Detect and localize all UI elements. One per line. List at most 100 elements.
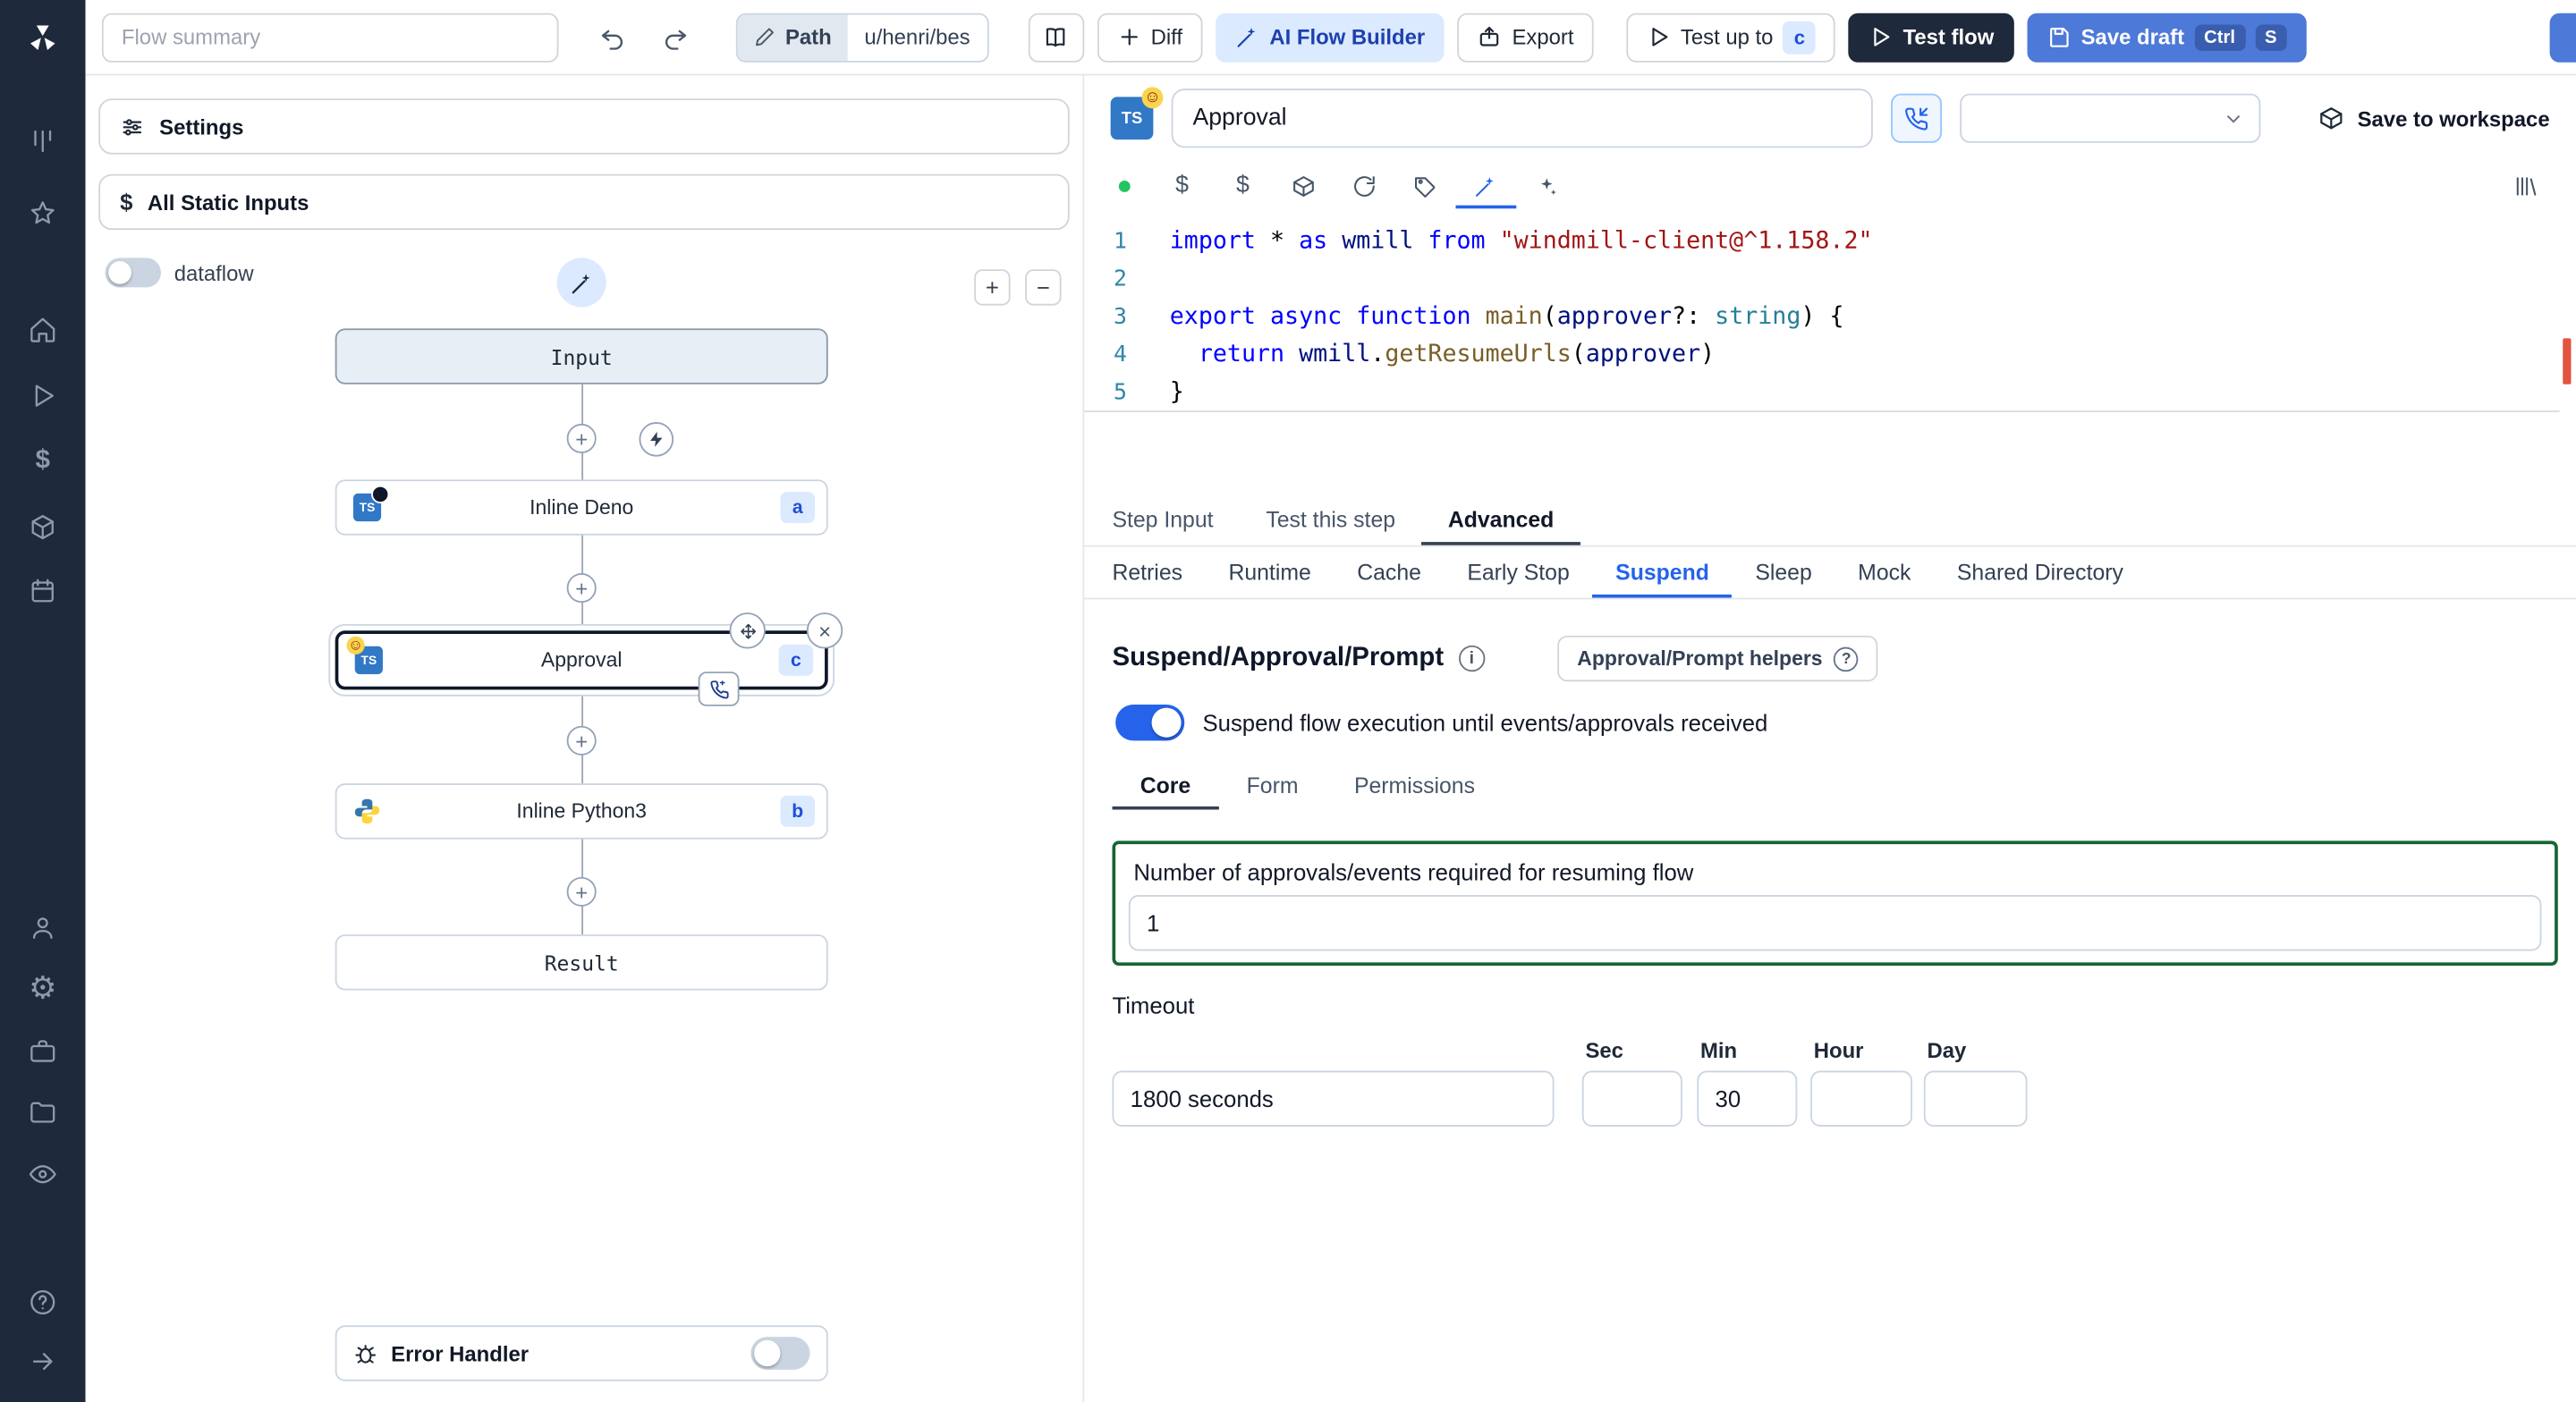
insert-step-button[interactable]: + bbox=[566, 876, 597, 907]
help-icon[interactable] bbox=[18, 1278, 67, 1327]
variable-picker-button[interactable]: $ bbox=[1152, 163, 1213, 208]
test-up-to-button[interactable]: Test up to c bbox=[1626, 12, 1836, 62]
tab-mock[interactable]: Mock bbox=[1835, 547, 1934, 598]
package-icon bbox=[2320, 107, 2343, 130]
approvals-count-input[interactable] bbox=[1128, 895, 2542, 951]
step-title-input[interactable] bbox=[1171, 89, 1873, 148]
tab-cache[interactable]: Cache bbox=[1335, 547, 1445, 598]
expand-arrow-icon[interactable] bbox=[18, 1337, 67, 1386]
star-icon[interactable] bbox=[18, 189, 67, 238]
save-draft-button[interactable]: Save draft Ctrl S bbox=[2027, 12, 2307, 62]
script-version-select[interactable] bbox=[1960, 93, 2261, 143]
tab-advanced[interactable]: Advanced bbox=[1421, 493, 1580, 545]
code-line[interactable]: 3 export async function main(approver?: s… bbox=[1084, 297, 2576, 334]
approval-prompt-helpers-button[interactable]: Approval/Prompt helpers ? bbox=[1557, 635, 1879, 682]
tab-core[interactable]: Core bbox=[1112, 762, 1218, 809]
min-input[interactable] bbox=[1697, 1070, 1798, 1127]
play-icon bbox=[1652, 28, 1668, 46]
dataflow-toggle[interactable] bbox=[105, 258, 161, 288]
tab-form[interactable]: Form bbox=[1218, 762, 1326, 809]
ai-wand-button[interactable] bbox=[556, 258, 606, 308]
resource-picker-button[interactable]: $ bbox=[1213, 163, 1274, 208]
delete-step-button[interactable]: × bbox=[806, 612, 843, 649]
flow-summary-input[interactable] bbox=[101, 12, 559, 62]
pencil-icon bbox=[756, 28, 774, 46]
folders-icon[interactable] bbox=[18, 1087, 67, 1136]
day-input[interactable] bbox=[1923, 1070, 2028, 1127]
test-flow-button[interactable]: Test flow bbox=[1848, 12, 2014, 62]
tab-runtime[interactable]: Runtime bbox=[1206, 547, 1335, 598]
tab-permissions[interactable]: Permissions bbox=[1326, 762, 1504, 809]
settings-gear-icon[interactable]: ⚙ bbox=[18, 964, 67, 1013]
zoom-out-button[interactable]: − bbox=[1025, 269, 1062, 306]
redo-button[interactable] bbox=[650, 13, 699, 62]
flow-node-result[interactable]: Result bbox=[335, 934, 828, 991]
undo-button[interactable] bbox=[589, 13, 638, 62]
approvals-required-label: Number of approvals/events required for … bbox=[1133, 858, 1694, 885]
ai-flow-builder-button[interactable]: AI Flow Builder bbox=[1215, 12, 1445, 62]
user-icon[interactable] bbox=[18, 903, 67, 952]
path-selector[interactable]: Path u/henri/bes bbox=[735, 12, 988, 62]
flow-node-inline-deno[interactable]: TS Inline Deno a bbox=[335, 479, 828, 536]
save-icon bbox=[2049, 28, 2069, 47]
timeout-seconds-input[interactable] bbox=[1112, 1070, 1555, 1127]
suspend-toggle[interactable] bbox=[1115, 704, 1185, 741]
tab-step-input[interactable]: Step Input bbox=[1086, 493, 1240, 545]
error-handler[interactable]: Error Handler bbox=[335, 1325, 828, 1381]
hour-input[interactable] bbox=[1810, 1070, 1912, 1127]
flow-node-approval-selected[interactable]: TS ☺ Approval c × bbox=[335, 612, 843, 706]
day-label: Day bbox=[1927, 1037, 1967, 1063]
library-button[interactable] bbox=[2496, 163, 2556, 208]
tab-suspend[interactable]: Suspend bbox=[1592, 547, 1732, 598]
workers-briefcase-icon[interactable] bbox=[18, 1026, 67, 1076]
home-icon[interactable] bbox=[18, 306, 67, 355]
docs-book-button[interactable] bbox=[1027, 12, 1084, 62]
insert-step-button[interactable]: + bbox=[566, 423, 597, 453]
ai-wand-button[interactable] bbox=[1455, 163, 1516, 208]
save-to-workspace-button[interactable]: Save to workspace bbox=[2318, 106, 2550, 131]
tag-button[interactable] bbox=[1394, 163, 1455, 208]
windmill-logo-icon[interactable] bbox=[18, 13, 67, 63]
code-line[interactable]: 4 return wmill.getResumeUrls(approver) bbox=[1084, 335, 2576, 373]
emoji-overlay-icon: ☺ bbox=[1141, 87, 1164, 109]
tab-early-stop[interactable]: Early Stop bbox=[1445, 547, 1593, 598]
flow-node-inline-python3[interactable]: Inline Python3 b bbox=[335, 783, 828, 840]
step-header: TS☺ Save to workspace bbox=[1084, 80, 2576, 156]
kanban-icon[interactable] bbox=[18, 116, 67, 165]
code-lines[interactable]: 1 import * as wmill from "windmill-client… bbox=[1084, 222, 2576, 416]
code-line[interactable]: 2 bbox=[1084, 259, 2576, 297]
step-id-badge: c bbox=[778, 644, 814, 676]
code-line[interactable]: 1 import * as wmill from "windmill-client… bbox=[1084, 222, 2576, 259]
move-step-button[interactable] bbox=[729, 612, 766, 649]
insert-step-button[interactable]: + bbox=[566, 725, 597, 756]
tab-sleep[interactable]: Sleep bbox=[1733, 547, 1835, 598]
all-static-inputs-button[interactable]: $ All Static Inputs bbox=[98, 173, 1070, 231]
tab-shared-directory[interactable]: Shared Directory bbox=[1934, 547, 2146, 598]
sec-input[interactable] bbox=[1581, 1070, 1682, 1127]
error-handler-toggle[interactable] bbox=[750, 1337, 810, 1370]
tab-test-this-step[interactable]: Test this step bbox=[1240, 493, 1422, 545]
audit-eye-icon[interactable] bbox=[18, 1150, 67, 1199]
advanced-tabs: Retries Runtime Cache Early Stop Suspend… bbox=[1084, 547, 2576, 600]
runs-icon[interactable] bbox=[18, 371, 67, 420]
flow-node-input[interactable]: Input bbox=[335, 328, 828, 384]
package-button[interactable] bbox=[1273, 163, 1334, 208]
reload-button[interactable] bbox=[1334, 163, 1394, 208]
zoom-in-button[interactable]: + bbox=[974, 269, 1011, 306]
zoom-controls: + − bbox=[974, 269, 1062, 306]
deploy-button-partial[interactable] bbox=[2549, 13, 2576, 63]
suspend-phone-button[interactable] bbox=[1891, 93, 1943, 143]
sparkles-button[interactable] bbox=[1516, 163, 1577, 208]
code-line[interactable]: 5} bbox=[1084, 373, 2576, 410]
info-icon[interactable]: i bbox=[1458, 645, 1486, 672]
trigger-zap-button[interactable] bbox=[639, 422, 674, 457]
variables-dollar-icon[interactable]: $ bbox=[18, 437, 67, 486]
tab-retries[interactable]: Retries bbox=[1089, 547, 1206, 598]
suspend-phone-badge[interactable] bbox=[698, 671, 740, 706]
resources-boxes-icon[interactable] bbox=[18, 503, 67, 552]
schedules-calendar-icon[interactable] bbox=[18, 567, 67, 616]
export-button[interactable]: Export bbox=[1457, 12, 1594, 62]
diff-button[interactable]: Diff bbox=[1097, 12, 1203, 62]
flow-settings-button[interactable]: Settings bbox=[98, 98, 1070, 155]
insert-step-button[interactable]: + bbox=[566, 573, 597, 604]
